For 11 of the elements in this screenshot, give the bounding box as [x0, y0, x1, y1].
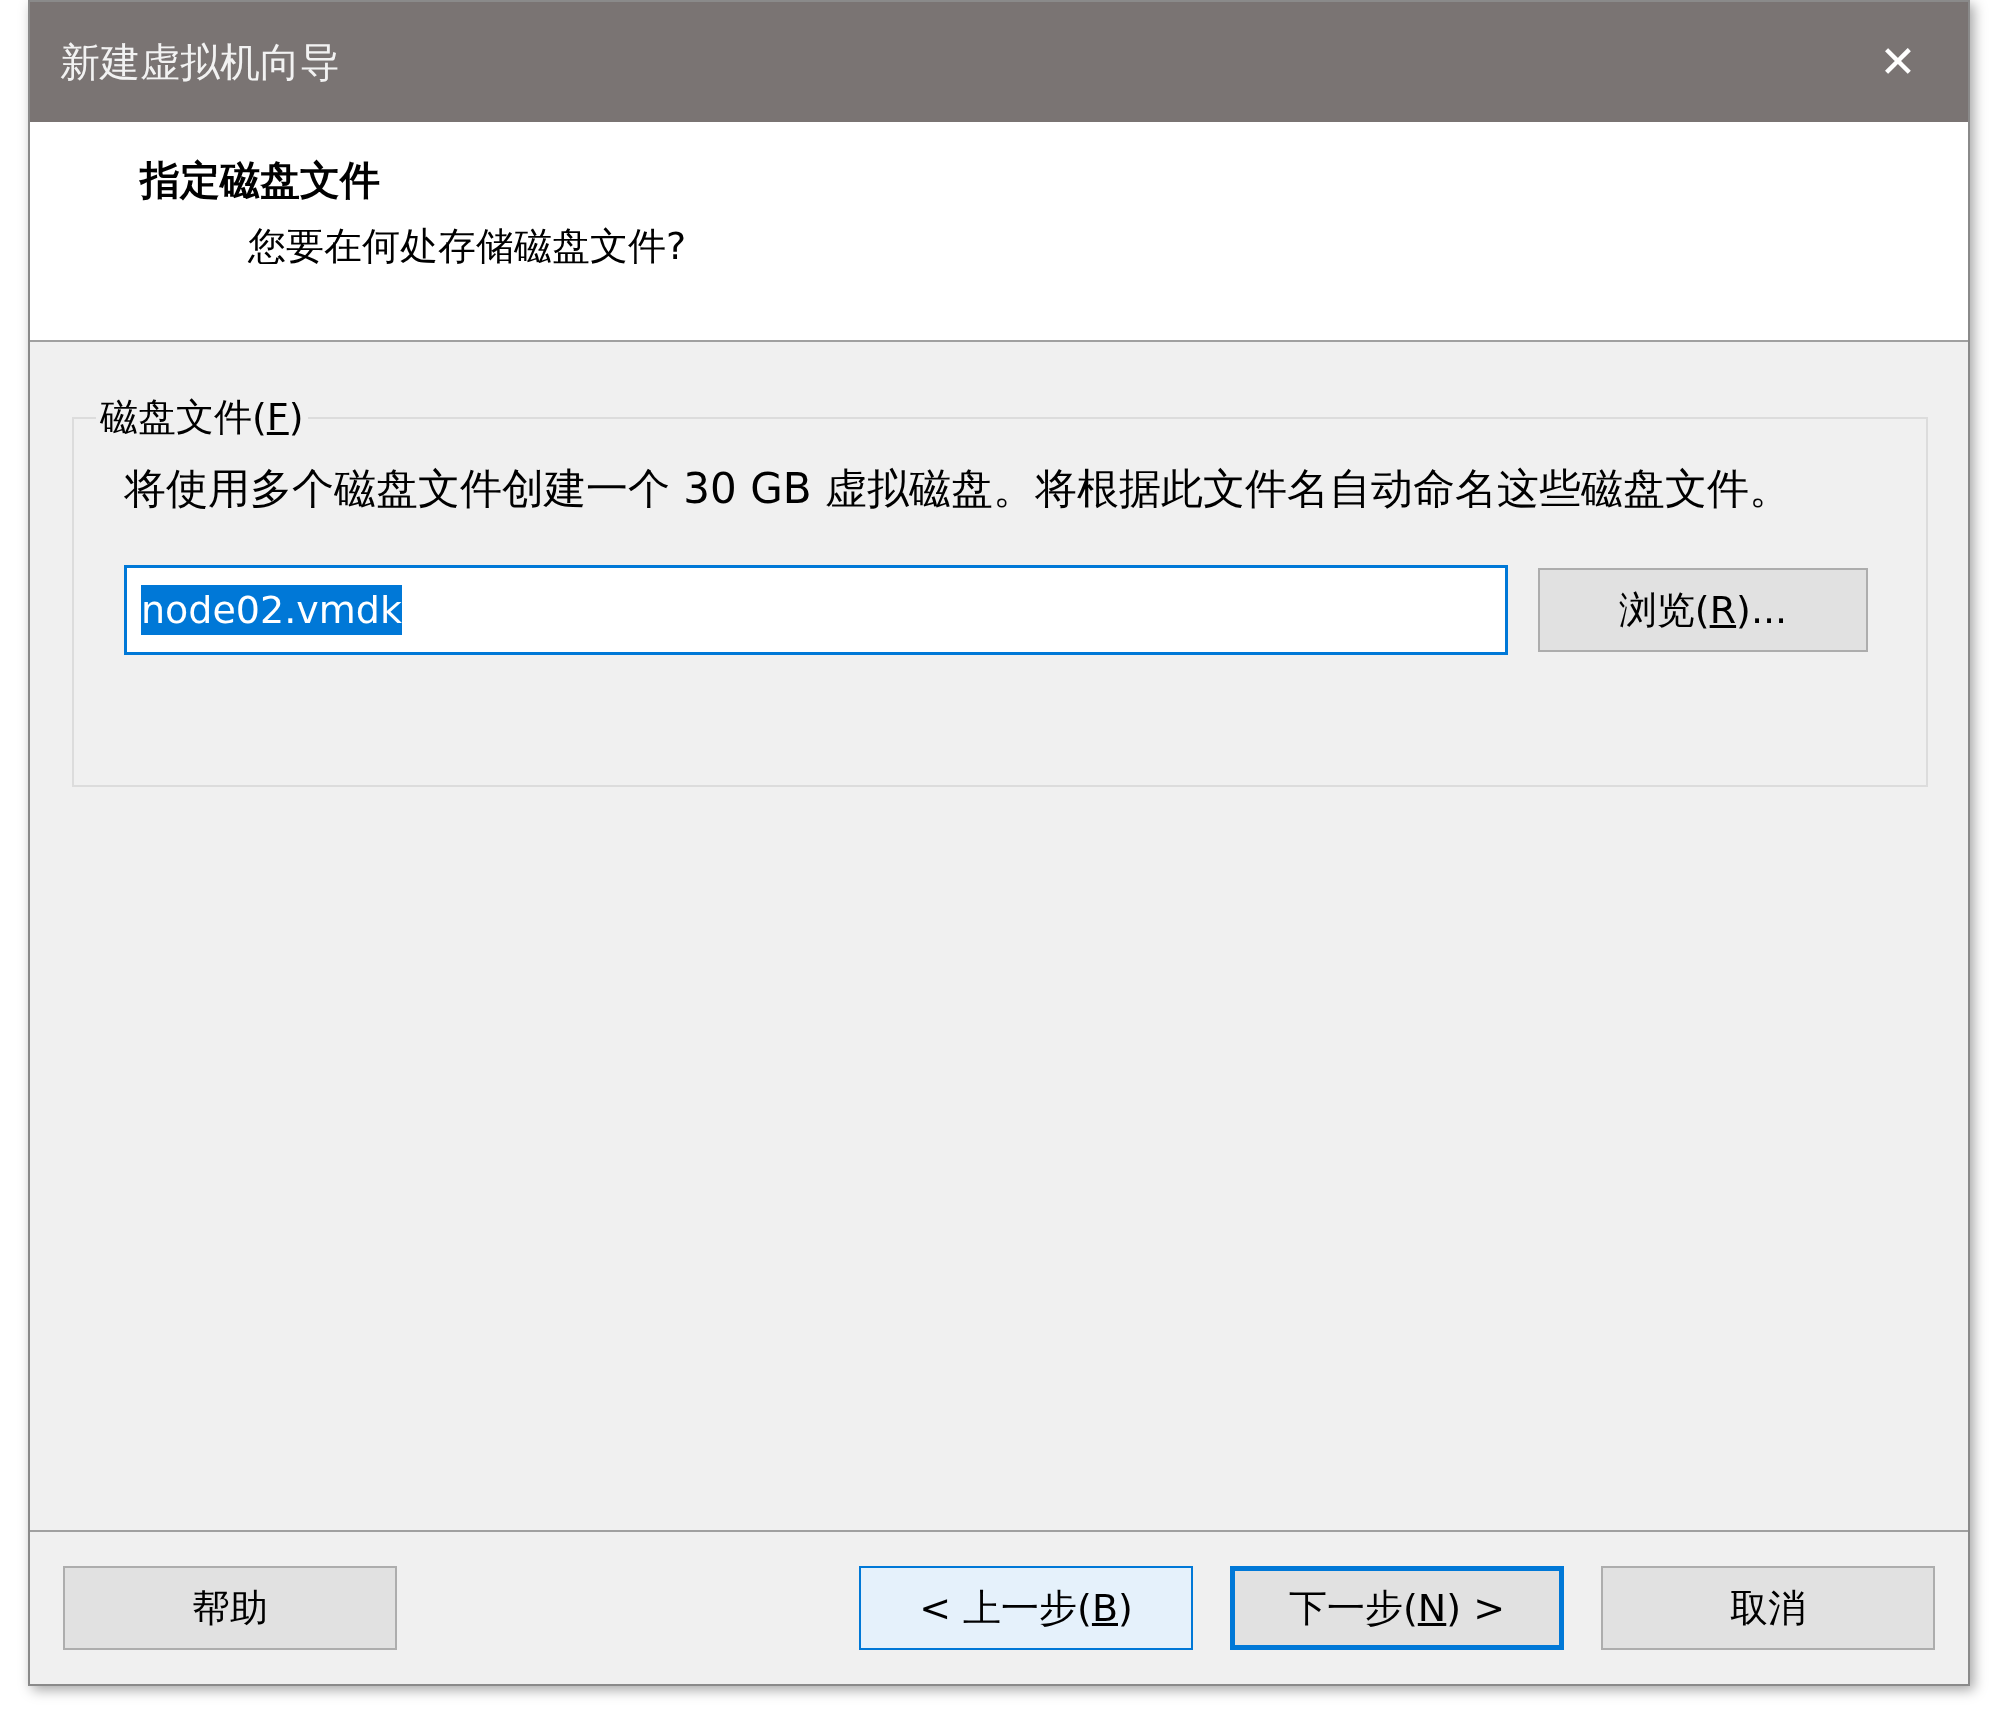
close-button[interactable]: ✕ — [1858, 22, 1938, 102]
page-heading: 指定磁盘文件 — [140, 156, 381, 205]
browse-button[interactable]: 浏览(R)... — [1538, 568, 1868, 652]
window-title: 新建虚拟机向导 — [60, 38, 340, 87]
dialog-button[interactable]: < 上一步(B) — [859, 1566, 1193, 1650]
dialog-button[interactable]: 帮助 — [63, 1566, 397, 1650]
page-subtitle: 您要在何处存储磁盘文件? — [248, 223, 688, 270]
dialog-button[interactable]: 下一步(N) > — [1230, 1566, 1564, 1650]
file-name-field[interactable]: node02.vmdk — [124, 565, 1508, 655]
description-text: 将使用多个磁盘文件创建一个 30 GB 虚拟磁盘。将根据此文件名自动命名这些磁盘文件。 — [124, 463, 1792, 515]
dialog-button[interactable]: 取消 — [1601, 1566, 1935, 1650]
